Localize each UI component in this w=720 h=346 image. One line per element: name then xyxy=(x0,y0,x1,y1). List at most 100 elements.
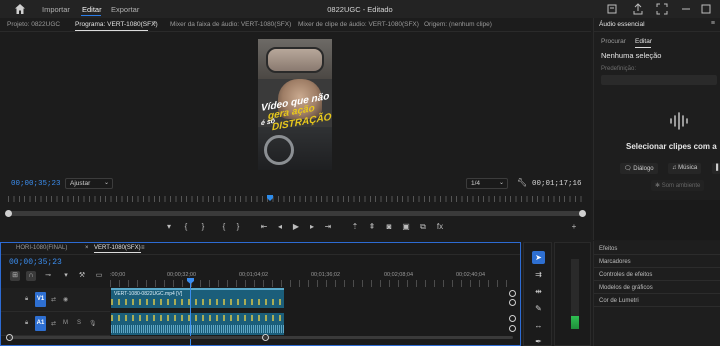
video-clip[interactable]: VERT-1080-0822UGC.mp4 [V] xyxy=(111,288,284,308)
ruler-label-5: 00;02;40;04 xyxy=(456,272,486,278)
sync-lock-icon[interactable]: ⇄ xyxy=(51,296,56,303)
linked-selection-icon[interactable]: ⊸ xyxy=(43,271,53,281)
panel-essential-graphics[interactable]: Modelos de gráficos xyxy=(594,282,720,294)
quick-export-icon[interactable] xyxy=(632,3,644,15)
fx-icon[interactable]: fx xyxy=(434,221,446,233)
razor-tool-icon[interactable]: ✎ xyxy=(532,302,545,315)
top-menu-bar: Importar Editar Exportar 0822UGC - Edita… xyxy=(0,0,720,18)
selection-tool-icon[interactable]: ➤ xyxy=(532,251,545,264)
chip-overflow[interactable]: ▐ xyxy=(712,163,720,174)
chip-dialogue[interactable]: 🗨︎ Diálogo xyxy=(620,163,658,174)
zoom-handle-left[interactable] xyxy=(6,334,13,341)
minimize-icon[interactable] xyxy=(680,3,692,15)
chip-music[interactable]: ♫ Música xyxy=(668,163,702,174)
ambience-icon: ✱ xyxy=(655,183,662,189)
close-icon[interactable]: × xyxy=(85,245,89,251)
panel-markers[interactable]: Marcadores xyxy=(594,256,720,268)
timeline-scrollbar[interactable] xyxy=(6,334,513,341)
track-scroll-knob[interactable] xyxy=(509,315,516,322)
timeline-ruler[interactable] xyxy=(110,280,514,287)
panel-effect-controls[interactable]: Controles de efeitos xyxy=(594,269,720,281)
track-scroll-knob[interactable] xyxy=(509,325,516,332)
preset-dropdown[interactable] xyxy=(601,75,717,85)
chip-music-label: Música xyxy=(678,165,698,171)
track-target-v1[interactable]: V1 xyxy=(35,292,46,307)
program-current-timecode[interactable]: 00;00;35;23 xyxy=(11,180,61,188)
out-bracket-icon[interactable]: } xyxy=(232,221,244,233)
sequence-tab-hori[interactable]: HORI-1080(FINAL) xyxy=(16,245,67,251)
proxy-toggle-icon[interactable]: ⧉ xyxy=(417,221,429,233)
track-header-v1: 🔒︎ V1 ⇄ ◉ xyxy=(1,288,110,312)
in-bracket-icon[interactable]: { xyxy=(218,221,230,233)
fullscreen-icon[interactable] xyxy=(656,3,668,15)
mute-toggle[interactable]: M xyxy=(63,320,68,326)
add-marker-icon[interactable]: ▾ xyxy=(163,221,175,233)
sync-lock-icon[interactable]: ⇄ xyxy=(51,320,56,327)
lock-icon[interactable]: 🔒︎ xyxy=(25,296,28,303)
maximize-icon[interactable] xyxy=(700,3,712,15)
tab-project[interactable]: Projeto: 0822UGC xyxy=(7,21,60,28)
fit-dropdown[interactable]: Ajustar ⌄ xyxy=(65,178,113,189)
workspaces-icon[interactable] xyxy=(606,3,618,15)
resolution-dropdown[interactable]: 1/4 ⌄ xyxy=(466,178,508,189)
tab-menu-icon[interactable]: ≡ xyxy=(141,245,145,251)
chip-ambience-label: Som ambiente xyxy=(661,183,701,189)
essential-audio-title[interactable]: Áudio essencial xyxy=(599,21,645,28)
timeline-timecode[interactable]: 00;00;35;23 xyxy=(9,258,62,267)
play-icon[interactable]: ▶ xyxy=(290,221,302,233)
track-scroll-knob[interactable] xyxy=(509,299,516,306)
panel-lumetri-color[interactable]: Cor de Lumetri xyxy=(594,295,720,307)
solo-toggle[interactable]: S xyxy=(77,320,81,326)
slip-tool-icon[interactable]: ↔ xyxy=(532,319,545,332)
pen-tool-icon[interactable]: ✒ xyxy=(532,335,545,346)
tab-audio-clip-mixer[interactable]: Mixer de clipe de áudio: VERT-1080(SFX) xyxy=(298,21,419,28)
subtab-browse[interactable]: Procurar xyxy=(601,38,626,45)
zoom-handle-right[interactable] xyxy=(579,210,586,217)
program-zoom-scrollbar[interactable] xyxy=(5,210,586,217)
track-target-a1[interactable]: A1 xyxy=(35,316,46,331)
sequence-tab-vert[interactable]: VERT-1080(SFX) xyxy=(94,245,141,253)
collapsed-panels-stack: Efeitos Marcadores Controles de efeitos … xyxy=(593,241,720,346)
step-forward-icon[interactable]: ▸ xyxy=(306,221,318,233)
microphone-icon[interactable]: 🎙︎ xyxy=(89,320,97,327)
nest-toggle-icon[interactable]: ⊞ xyxy=(10,271,20,281)
track-scroll-knob[interactable] xyxy=(509,290,516,297)
tab-program[interactable]: Programa: VERT-1080(SFX) xyxy=(75,21,158,31)
mark-in-icon[interactable]: { xyxy=(180,221,192,233)
tab-menu-icon[interactable]: ≡ xyxy=(152,20,156,27)
add-marker-icon[interactable]: ▾ xyxy=(61,271,71,281)
captions-icon[interactable]: ▭ xyxy=(94,271,104,281)
snap-magnet-icon[interactable]: ∩ xyxy=(26,271,36,281)
lock-icon[interactable]: 🔒︎ xyxy=(25,320,28,327)
lift-icon[interactable]: ⇡ xyxy=(349,221,361,233)
ruler-label-1: 00;00;32;00 xyxy=(167,272,197,278)
button-editor-plus-icon[interactable]: + xyxy=(568,221,580,233)
go-to-in-icon[interactable]: ⇤ xyxy=(258,221,270,233)
program-time-ruler[interactable] xyxy=(8,196,583,202)
comparison-view-icon[interactable]: ▣ xyxy=(400,221,412,233)
go-to-out-icon[interactable]: ⇥ xyxy=(322,221,334,233)
steering-wheel-image xyxy=(264,135,294,165)
extract-icon[interactable]: ⇞ xyxy=(366,221,378,233)
tab-source[interactable]: Origem: (nenhum clipe) xyxy=(424,21,492,28)
panel-menu-icon[interactable]: ≡ xyxy=(711,20,715,27)
mark-out-icon[interactable]: } xyxy=(197,221,209,233)
wrench-icon[interactable]: ⚒ xyxy=(77,271,87,281)
subtab-edit[interactable]: Editar xyxy=(635,38,652,45)
eye-icon[interactable]: ◉ xyxy=(63,296,68,303)
program-video-frame[interactable]: Vídeo que não gera ação é só DISTRAÇÃO xyxy=(258,39,332,170)
zoom-handle-right[interactable] xyxy=(262,334,269,341)
wrench-icon[interactable]: 🔧︎ xyxy=(517,178,527,187)
panel-effects[interactable]: Efeitos xyxy=(594,243,720,255)
tab-audio-track-mixer[interactable]: Mixer da faixa de áudio: VERT-1080(SFX) xyxy=(170,21,291,28)
chip-ambience[interactable]: ✱ Som ambiente xyxy=(651,180,705,191)
ripple-edit-tool-icon[interactable]: ⇹ xyxy=(532,285,545,298)
step-back-icon[interactable]: ◂ xyxy=(274,221,286,233)
fit-dropdown-value: Ajustar xyxy=(70,180,91,187)
clip-markers xyxy=(111,315,284,321)
track-select-tool-icon[interactable]: ⇉ xyxy=(532,268,545,281)
export-frame-icon[interactable]: ◙ xyxy=(383,221,395,233)
audio-clip[interactable] xyxy=(111,313,284,335)
zoom-handle-left[interactable] xyxy=(5,210,12,217)
tools-panel: ➤ ⇉ ⇹ ✎ ↔ ✒ xyxy=(523,242,552,346)
